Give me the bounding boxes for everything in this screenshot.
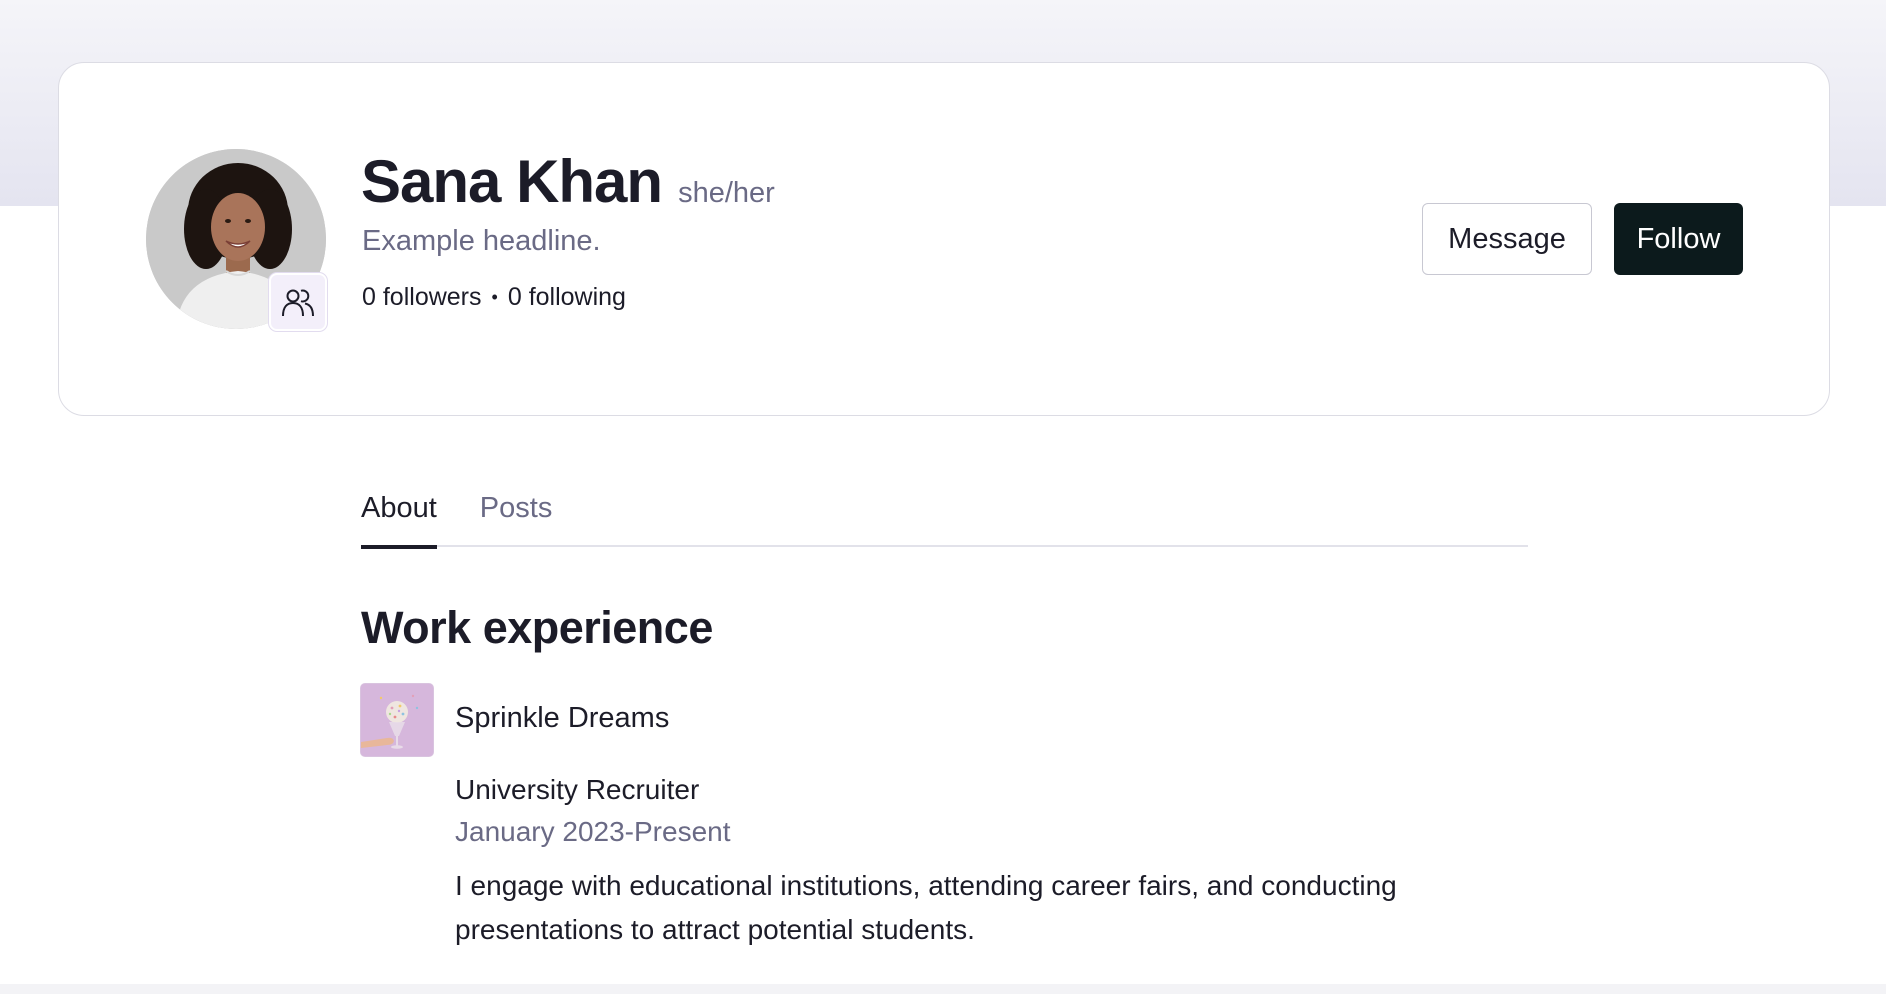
profile-name: Sana Khan (361, 148, 663, 215)
following-link[interactable]: 0 following (508, 283, 626, 312)
footer-strip (0, 984, 1886, 994)
job-description: I engage with educational institutions, … (455, 870, 1397, 945)
tab-posts[interactable]: Posts (480, 476, 553, 547)
company-logo (361, 684, 433, 756)
followers-link[interactable]: 0 followers (362, 283, 482, 312)
ice-cream-image (361, 684, 433, 756)
profile-page: Sana Khan she/her Example headline. 0 fo… (0, 0, 1886, 994)
community-badge (269, 273, 327, 331)
message-button[interactable]: Message (1422, 203, 1592, 275)
profile-pronouns: she/her (678, 177, 775, 209)
profile-tabs: About Posts (361, 476, 1528, 549)
profile-card: Sana Khan she/her Example headline. 0 fo… (58, 62, 1830, 416)
follow-button[interactable]: Follow (1614, 203, 1743, 275)
company-name: Sprinkle Dreams (455, 702, 670, 734)
follow-stats: 0 followers • 0 following (362, 283, 626, 312)
following-label: following (528, 283, 626, 311)
followers-count: 0 (362, 283, 376, 311)
stats-separator: • (491, 287, 498, 307)
work-experience-heading: Work experience (361, 602, 713, 653)
people-icon (282, 289, 314, 317)
name-row: Sana Khan she/her (361, 147, 775, 216)
tab-about[interactable]: About (361, 476, 437, 549)
job-role: University Recruiter (455, 774, 700, 805)
job-dates: January 2023-Present (455, 816, 731, 847)
following-count: 0 (507, 283, 522, 311)
profile-headline: Example headline. (362, 225, 601, 257)
followers-label: followers (382, 283, 482, 311)
